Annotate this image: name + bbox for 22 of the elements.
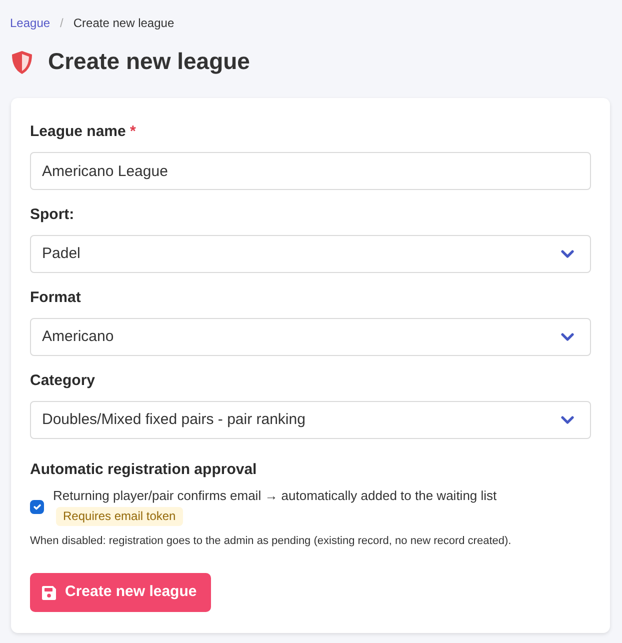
field-label: Category bbox=[30, 371, 96, 391]
field-label: Sport: bbox=[30, 205, 76, 225]
text-input[interactable]: Americano League bbox=[30, 152, 591, 190]
breadcrumb-separator: / bbox=[60, 14, 64, 32]
checkbox-label: Returning player/pair confirms email → automatically added to the waiting list bbox=[53, 487, 497, 504]
field-label: League name * bbox=[30, 122, 137, 142]
page-title: Create new league bbox=[48, 48, 250, 76]
select-field[interactable]: Americano bbox=[30, 318, 591, 356]
chevron-down-icon bbox=[561, 416, 574, 425]
field-label: Format bbox=[30, 288, 82, 308]
checkbox[interactable] bbox=[30, 500, 44, 514]
breadcrumb-current: Create new league bbox=[73, 14, 174, 32]
create-league-button[interactable]: Create new league bbox=[30, 573, 211, 612]
breadcrumb-link[interactable]: League bbox=[10, 14, 50, 32]
chevron-down-icon bbox=[561, 250, 574, 259]
section-heading: Automatic registration approval bbox=[30, 460, 258, 480]
select-field[interactable]: Padel bbox=[30, 235, 591, 273]
shield-icon bbox=[11, 50, 33, 74]
select-field[interactable]: Doubles/Mixed fixed pairs - pair ranking bbox=[30, 401, 591, 439]
chevron-down-icon bbox=[561, 333, 574, 342]
requirement-badge: Requires email token bbox=[56, 507, 183, 526]
help-text: When disabled: registration goes to the admin as pending (existing record, no new record created). bbox=[30, 534, 512, 549]
